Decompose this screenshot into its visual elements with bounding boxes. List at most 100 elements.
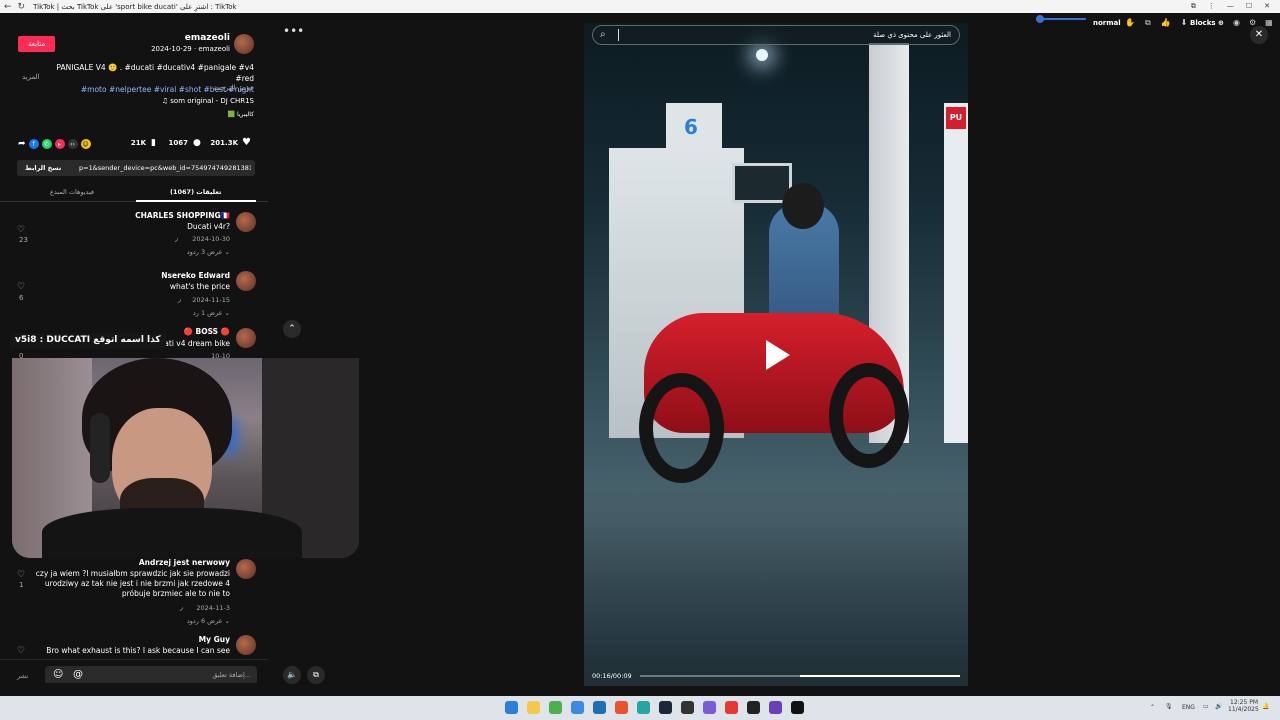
share-icon[interactable]: ➦ [18, 139, 26, 149]
chrome-icon[interactable] [548, 701, 562, 714]
commenter-name[interactable]: My Guy [199, 635, 230, 645]
author-avatar[interactable] [234, 34, 254, 54]
commenter-avatar[interactable] [236, 212, 256, 232]
clock-date[interactable]: 11/4/2025 [1228, 706, 1259, 713]
comment-placeholder: إضافة تعليق... [212, 671, 251, 679]
tiktok-send-icon[interactable]: ▸ [54, 139, 65, 149]
play-button[interactable] [766, 340, 790, 370]
author-name[interactable]: emazeoli [160, 33, 230, 43]
tray-chevron-icon[interactable]: ⌃ [1150, 704, 1155, 711]
comment-like-icon[interactable]: ♡ [17, 646, 25, 656]
tab-comments[interactable]: تعليقات (1067) [170, 188, 221, 196]
tag-chip[interactable]: 🟩 كاليبريا [190, 111, 254, 118]
reply-button[interactable]: ر [180, 603, 183, 611]
speed-label[interactable]: normal [1093, 19, 1121, 27]
post-comment-button[interactable]: نشر [17, 672, 28, 680]
back-icon[interactable]: ← [4, 2, 12, 12]
close-window-icon[interactable]: ✕ [1264, 2, 1270, 11]
blocks-label[interactable]: Blocks ⊕ [1190, 19, 1224, 27]
mention-icon[interactable]: @ [73, 669, 83, 680]
commenter-avatar[interactable] [236, 635, 256, 655]
menu-icon[interactable]: ⋮ [1208, 2, 1215, 11]
pump-display: 6 [666, 103, 722, 153]
tab-creator-videos[interactable]: فيديوهات المبدع [50, 188, 94, 196]
store-icon[interactable] [592, 701, 606, 714]
related-search-input[interactable]: ⌕ العثور على محتوى ذي صلة [592, 25, 960, 45]
clock-time[interactable]: 12:25 PM [1228, 699, 1258, 706]
follow-button[interactable]: متابعة [18, 36, 56, 52]
volume-icon[interactable]: 🔈 [283, 666, 301, 684]
grid-icon[interactable]: ▦ [1265, 18, 1273, 27]
close-video-button[interactable]: ✕ [1250, 26, 1268, 44]
edge-icon[interactable] [636, 701, 650, 714]
view-replies[interactable]: عرض 6 ردود ⌄ [187, 616, 230, 626]
copy-link-button[interactable]: نسخ الرابط [25, 164, 61, 172]
discord-icon[interactable] [702, 701, 716, 714]
network-icon[interactable]: ▭ [1203, 703, 1209, 710]
start-icon[interactable] [504, 701, 518, 714]
webcam-shirt [42, 508, 302, 558]
app-red-icon[interactable] [724, 701, 738, 714]
link-box: نسخ الرابط p=1&sender_device=pc&web_id=7… [17, 160, 255, 176]
view-replies[interactable]: عرض 3 ردود ⌄ [187, 247, 230, 257]
twitch-icon[interactable] [768, 701, 782, 714]
commenter-name[interactable]: CHARLES SHOPPING🇫🇷 [135, 211, 230, 221]
emoji-icon[interactable]: ☺ [53, 669, 63, 680]
link-text[interactable]: p=1&sender_device=pc&web_id=754974749281… [79, 164, 251, 172]
steam-icon[interactable] [658, 701, 672, 714]
saves-count: 21K [130, 139, 146, 147]
windows-taskbar: ⌃ 🎙 ENG ▭ 🔊 12:25 PM 11/4/2025 🔔 [0, 696, 1280, 720]
commenter-avatar[interactable] [236, 271, 256, 291]
copy-icon[interactable]: ⧉ [1145, 18, 1151, 28]
brave-icon[interactable] [614, 701, 628, 714]
sound-icon[interactable]: 🔊 [1215, 703, 1222, 710]
more-link[interactable]: المزيد [22, 73, 40, 81]
scroll-up-button[interactable]: ⌃ [283, 320, 301, 338]
file-explorer-icon[interactable] [526, 701, 540, 714]
comment-like-icon[interactable]: ♡ [17, 570, 25, 580]
rear-wheel [829, 363, 909, 468]
thumb-icon[interactable]: 👍 [1161, 18, 1171, 28]
maximize-icon[interactable]: ☐ [1246, 2, 1252, 11]
commenter-name[interactable]: Nsereko Edward [161, 271, 230, 281]
search-icon: ⌕ [600, 29, 606, 40]
embed-icon[interactable]: ‹› [67, 139, 78, 149]
comment-like-icon[interactable]: ♡ [17, 282, 25, 292]
video-progress-bar[interactable] [640, 675, 960, 677]
commenter-name[interactable]: 🔴 BOSS 🔴 [184, 327, 230, 337]
translate-link[interactable]: عرض الترجمة [180, 84, 254, 92]
hand-icon[interactable]: ✋ [1125, 18, 1135, 28]
extension-icon[interactable]: ⧉ [1191, 2, 1196, 11]
app-icon[interactable] [570, 701, 584, 714]
emoji-share-icon[interactable]: ☺ [80, 139, 91, 149]
language-label[interactable]: ENG [1182, 704, 1195, 711]
comment-icon[interactable]: ● [193, 138, 201, 148]
terminal-icon[interactable] [680, 701, 694, 714]
commenter-avatar[interactable] [236, 328, 256, 348]
comment-input[interactable]: ☺ @ إضافة تعليق... [45, 666, 257, 683]
mic-icon[interactable]: 🎙 [1165, 703, 1173, 710]
tiktok-icon[interactable] [790, 701, 804, 714]
rider-helmet [782, 183, 824, 229]
minimize-icon[interactable]: — [1227, 2, 1234, 11]
volume-thumb[interactable] [1036, 15, 1044, 23]
notification-icon[interactable]: 🔔 [1262, 703, 1269, 710]
obs-icon[interactable] [746, 701, 760, 714]
whatsapp-icon[interactable]: ✆ [41, 139, 52, 149]
commenter-name[interactable]: Andrzej jest nerwowy [139, 558, 230, 568]
view-replies[interactable]: عرض 1 رد ⌄ [193, 308, 230, 318]
facebook-icon[interactable]: f [28, 139, 39, 149]
reload-icon[interactable]: ↻ [18, 2, 26, 12]
more-options-icon[interactable]: ••• [283, 24, 304, 38]
sound-link[interactable]: ♫ som original - DJ CHR1S [120, 97, 254, 105]
bookmark-icon[interactable]: ▮ [151, 138, 156, 148]
user-icon[interactable]: ◉ [1233, 18, 1240, 27]
miniplayer-icon[interactable]: ⧉ [307, 666, 325, 684]
comment-like-icon[interactable]: ♡ [17, 225, 25, 235]
composer-divider [0, 659, 268, 660]
download-icon[interactable]: ⬇ [1181, 18, 1188, 28]
reply-button[interactable]: ر [178, 295, 181, 303]
like-icon[interactable]: ♥ [242, 137, 251, 148]
reply-button[interactable]: ر [175, 234, 178, 242]
commenter-avatar[interactable] [236, 559, 256, 579]
